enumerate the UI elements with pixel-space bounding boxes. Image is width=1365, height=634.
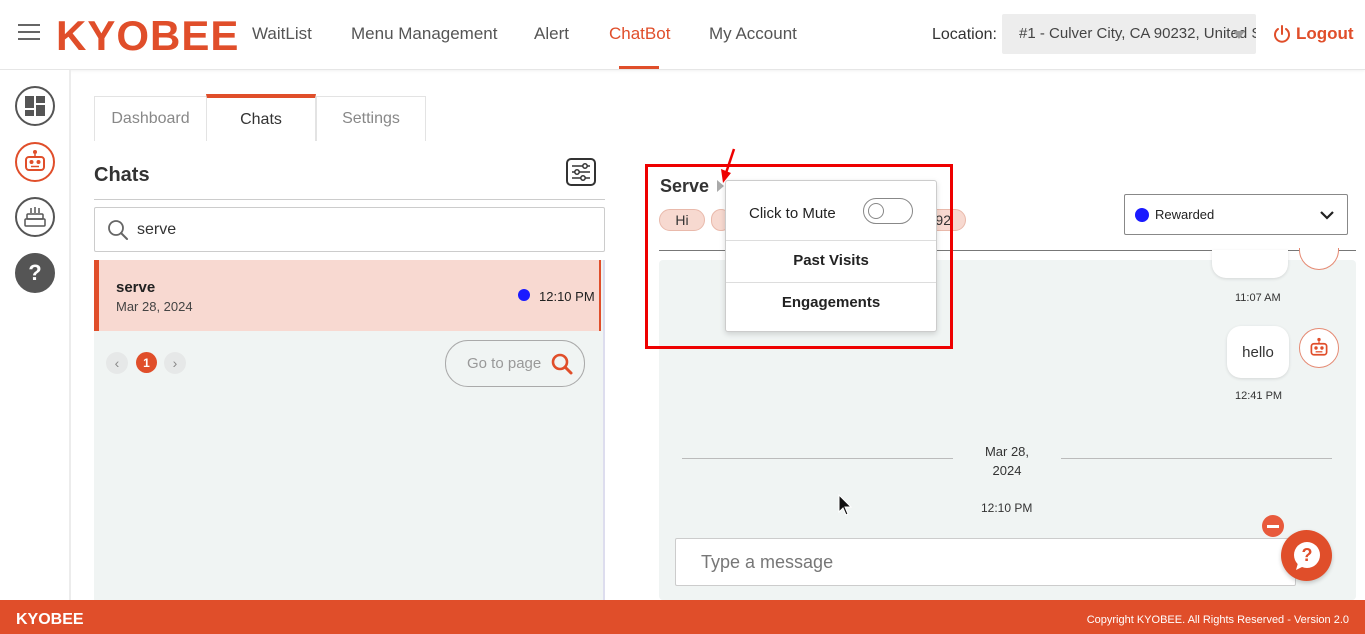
chat-item-time: 12:10 PM bbox=[539, 289, 595, 304]
logout-label: Logout bbox=[1296, 24, 1354, 43]
tab-dashboard[interactable]: Dashboard bbox=[94, 96, 207, 141]
filter-sliders-icon[interactable] bbox=[566, 158, 596, 186]
message-time: 12:41 PM bbox=[1235, 390, 1283, 402]
location-select[interactable]: #1 - Culver City, CA 90232, United State… bbox=[1002, 14, 1256, 54]
highlight-box bbox=[645, 164, 953, 349]
caret-down-icon bbox=[1233, 31, 1245, 39]
date-separator-line2: 2024 bbox=[992, 463, 1022, 478]
tab-settings[interactable]: Settings bbox=[316, 96, 426, 141]
message-time: 11:07 AM bbox=[1235, 292, 1281, 304]
dashboard-icon[interactable] bbox=[15, 86, 55, 126]
chat-search-box[interactable] bbox=[94, 207, 605, 252]
nav-menu-management[interactable]: Menu Management bbox=[351, 24, 497, 44]
status-dot bbox=[1135, 207, 1149, 222]
question-bubble-icon: ? bbox=[1293, 541, 1320, 570]
status-dot bbox=[518, 289, 530, 301]
chatbot-robot-icon[interactable] bbox=[15, 142, 55, 182]
red-arrow-annotation bbox=[721, 148, 736, 183]
search-icon bbox=[108, 219, 128, 240]
status-label: Rewarded bbox=[1155, 207, 1215, 222]
hamburger-menu-icon[interactable] bbox=[18, 24, 40, 42]
nav-chatbot[interactable]: ChatBot bbox=[609, 24, 670, 44]
nav-alert[interactable]: Alert bbox=[534, 24, 569, 44]
divider bbox=[94, 199, 605, 200]
nav-my-account[interactable]: My Account bbox=[709, 24, 797, 44]
status-dropdown[interactable]: Rewarded bbox=[1124, 194, 1348, 235]
mouse-cursor-icon bbox=[838, 494, 853, 516]
minimize-icon[interactable] bbox=[1262, 515, 1284, 537]
date-separator-line1: Mar 28, bbox=[984, 444, 1030, 459]
chevron-right-icon[interactable]: › bbox=[164, 352, 186, 374]
date-separator-line bbox=[682, 458, 953, 459]
date-separator-line bbox=[1061, 458, 1332, 459]
separator-time: 12:10 PM bbox=[981, 501, 1033, 515]
power-icon bbox=[1274, 25, 1290, 43]
chevron-down-icon bbox=[1320, 211, 1334, 220]
svg-text:?: ? bbox=[1301, 545, 1312, 565]
footer-copyright: Copyright KYOBEE. All Rights Reserved - … bbox=[1086, 614, 1349, 626]
date-separator: Mar 28, 2024 bbox=[975, 442, 1039, 480]
tab-chats[interactable]: Chats bbox=[206, 94, 316, 141]
help-chat-button[interactable]: ? bbox=[1281, 530, 1332, 581]
robot-icon bbox=[1310, 337, 1328, 356]
chat-item-date: Mar 28, 2024 bbox=[116, 299, 193, 314]
nav-waitlist[interactable]: WaitList bbox=[252, 24, 312, 44]
message-bubble: hello bbox=[1227, 326, 1289, 378]
go-to-page-input[interactable]: Go to page bbox=[445, 340, 585, 387]
chevron-left-icon[interactable]: ‹ bbox=[106, 352, 128, 374]
bot-avatar bbox=[1299, 328, 1339, 368]
footer-brand: KYOBEE bbox=[16, 611, 84, 628]
message-input[interactable] bbox=[675, 538, 1296, 586]
go-to-page-placeholder: Go to page bbox=[467, 355, 542, 372]
help-question-icon[interactable]: ? bbox=[15, 253, 55, 293]
chat-search-input[interactable] bbox=[137, 220, 577, 239]
kyobee-logo[interactable]: KYOBEE bbox=[56, 12, 239, 60]
chats-heading: Chats bbox=[94, 164, 150, 186]
chat-item-name: serve bbox=[116, 279, 156, 296]
logout-button[interactable]: Logout bbox=[1272, 24, 1354, 44]
page-number[interactable]: 1 bbox=[136, 352, 157, 373]
message-bubble bbox=[1212, 250, 1288, 278]
search-icon[interactable] bbox=[550, 352, 574, 376]
birthday-cake-icon[interactable] bbox=[15, 197, 55, 237]
active-nav-underline bbox=[619, 66, 659, 69]
location-label: Location: bbox=[932, 26, 997, 43]
